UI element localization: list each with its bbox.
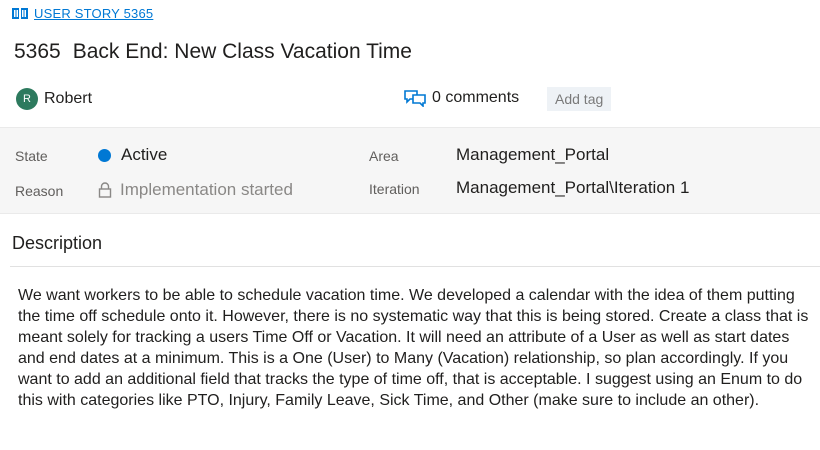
fields-panel: State Active Reason Implementation start… (0, 127, 820, 214)
state-value: Active (121, 145, 168, 164)
reason-field: Implementation started (98, 180, 293, 200)
comments-link[interactable]: 0 comments (404, 89, 519, 107)
assignee-name: Robert (44, 90, 93, 107)
lock-icon (98, 182, 112, 198)
add-tag-button[interactable]: Add tag (547, 87, 612, 111)
work-item-id: 5365 (14, 40, 61, 63)
state-label: State (15, 148, 48, 164)
iteration-label: Iteration (369, 181, 420, 197)
area-field[interactable]: Management_Portal (456, 145, 609, 165)
area-label: Area (369, 148, 399, 164)
avatar: R (16, 88, 38, 110)
reason-value: Implementation started (120, 180, 293, 199)
section-divider (10, 266, 820, 267)
reason-label: Reason (15, 183, 64, 199)
description-body[interactable]: We want workers to be able to schedule v… (18, 285, 818, 411)
status-dot-icon (98, 148, 111, 162)
description-heading: Description (12, 233, 103, 253)
book-icon (12, 8, 28, 19)
assignee-picker[interactable]: R Robert (16, 88, 92, 110)
area-value: Management_Portal (456, 145, 610, 164)
comments-count: 0 comments (432, 89, 520, 106)
iteration-field[interactable]: Management_Portal\Iteration 1 (456, 178, 689, 198)
work-item-title[interactable]: Back End: New Class Vacation Time (73, 40, 412, 63)
iteration-value: Management_Portal\Iteration 1 (456, 178, 690, 197)
comments-icon (404, 90, 426, 107)
work-item-title-row[interactable]: 5365 Back End: New Class Vacation Time (14, 40, 412, 64)
state-field[interactable]: Active (98, 145, 167, 165)
work-item-type-link[interactable]: USER STORY 5365 (12, 6, 153, 21)
work-item-type-label[interactable]: USER STORY 5365 (34, 6, 153, 21)
